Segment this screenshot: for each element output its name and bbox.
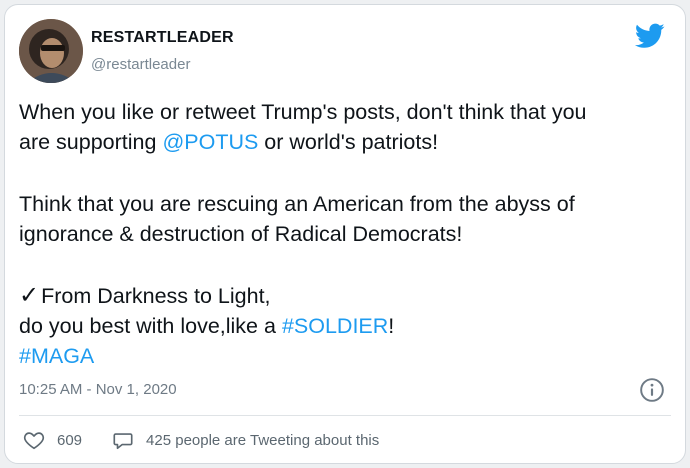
- tweet-actions: 609 425 people are Tweeting about this: [23, 429, 409, 451]
- hashtag-link[interactable]: #SOLDIER: [282, 314, 388, 338]
- tweet-line: When you like or retweet Trump's posts, …: [19, 97, 669, 127]
- tweet-text-segment: !: [388, 314, 395, 338]
- tweet-card: RESTARTLEADER @restartleader When you li…: [4, 4, 686, 464]
- tweet-text-segment: or world's patriots!: [258, 130, 439, 154]
- checkmark-icon: ✓: [19, 282, 40, 309]
- divider: [19, 415, 671, 416]
- tweet-line: do you best with love,like a #SOLDIER!: [19, 311, 669, 341]
- mention-link[interactable]: @POTUS: [162, 130, 258, 154]
- tweet-text: When you like or retweet Trump's posts, …: [19, 97, 669, 371]
- twitter-bird-icon[interactable]: [635, 23, 665, 49]
- profile-avatar[interactable]: [19, 19, 83, 83]
- tweet-text-segment: ignorance & destruction of Radical Democ…: [19, 222, 463, 246]
- tweeting-about-link[interactable]: 425 people are Tweeting about this: [112, 429, 379, 451]
- tweet-line: ignorance & destruction of Radical Democ…: [19, 219, 669, 249]
- tweeting-about-text: 425 people are Tweeting about this: [146, 431, 380, 449]
- tweet-text-segment: do you best with love,like a: [19, 314, 282, 338]
- like-button[interactable]: 609: [23, 429, 82, 451]
- author-display-name[interactable]: RESTARTLEADER: [91, 29, 234, 47]
- heart-icon: [23, 432, 45, 450]
- tweet-line: #MAGA: [19, 341, 669, 371]
- tweet-timestamp[interactable]: 10:25 AM - Nov 1, 2020: [19, 381, 177, 398]
- info-icon[interactable]: [639, 377, 665, 403]
- tweet-text-segment: Think that you are rescuing an American …: [19, 192, 575, 216]
- tweet-line: ✓From Darkness to Light,: [19, 281, 669, 311]
- tweet-text-segment: are supporting: [19, 130, 163, 154]
- tweet-text-segment: From Darkness to Light,: [41, 284, 271, 308]
- like-count: 609: [57, 431, 83, 449]
- speech-bubble-icon: [113, 433, 133, 450]
- tweet-text-segment: When you like or retweet Trump's posts, …: [19, 100, 587, 124]
- tweet-line: are supporting @POTUS or world's patriot…: [19, 127, 669, 157]
- hashtag-link[interactable]: #MAGA: [19, 344, 94, 368]
- author-handle[interactable]: @restartleader: [91, 56, 190, 73]
- tweet-line: Think that you are rescuing an American …: [19, 189, 669, 219]
